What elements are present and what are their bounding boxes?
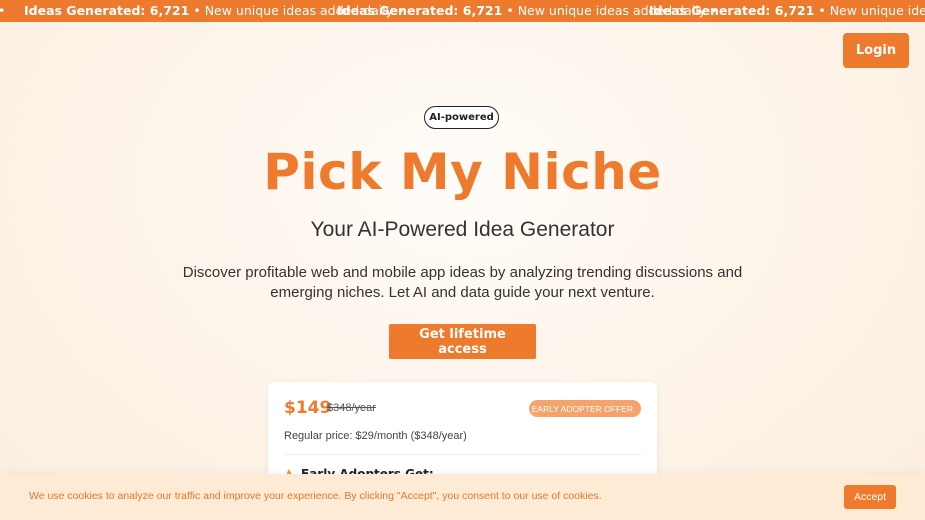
page-title: Pick My Niche (263, 143, 662, 201)
cookie-message: We use cookies to analyze our traffic an… (29, 490, 602, 502)
divider (284, 454, 641, 455)
announcement-ticker: • Ideas Generated: 6,721•New unique idea… (0, 0, 925, 22)
hero-description: Discover profitable web and mobile app i… (182, 264, 743, 301)
ticker-ideas-count: Ideas Generated: 6,721 (24, 3, 190, 18)
accept-cookies-button[interactable]: Accept (844, 485, 896, 509)
ticker-message: New unique ideas added daily (829, 3, 925, 18)
ticker-bullet: • (506, 3, 514, 18)
ai-powered-badge: AI-powered (424, 106, 499, 129)
regular-price: Regular price: $29/month ($348/year) (284, 430, 467, 442)
old-price: $348/year (327, 402, 376, 414)
ticker-ideas-count: Ideas Generated: 6,721 (649, 3, 815, 18)
login-button[interactable]: Login (843, 33, 909, 68)
ticker-bullet: • (193, 3, 201, 18)
ticker-item: Ideas Generated: 6,721•New unique ideas … (649, 0, 925, 22)
price: $149 (284, 398, 332, 418)
cookie-banner: We use cookies to analyze our traffic an… (0, 474, 925, 520)
page-subtitle: Your AI-Powered Idea Generator (310, 218, 615, 241)
early-adopter-offer-badge: EARLY ADOPTER OFFER (529, 400, 641, 417)
ticker-bullet: • (0, 0, 5, 22)
ticker-bullet: • (818, 3, 826, 18)
ticker-ideas-count: Ideas Generated: 6,721 (337, 3, 503, 18)
get-lifetime-access-button[interactable]: Get lifetime access (389, 324, 536, 359)
